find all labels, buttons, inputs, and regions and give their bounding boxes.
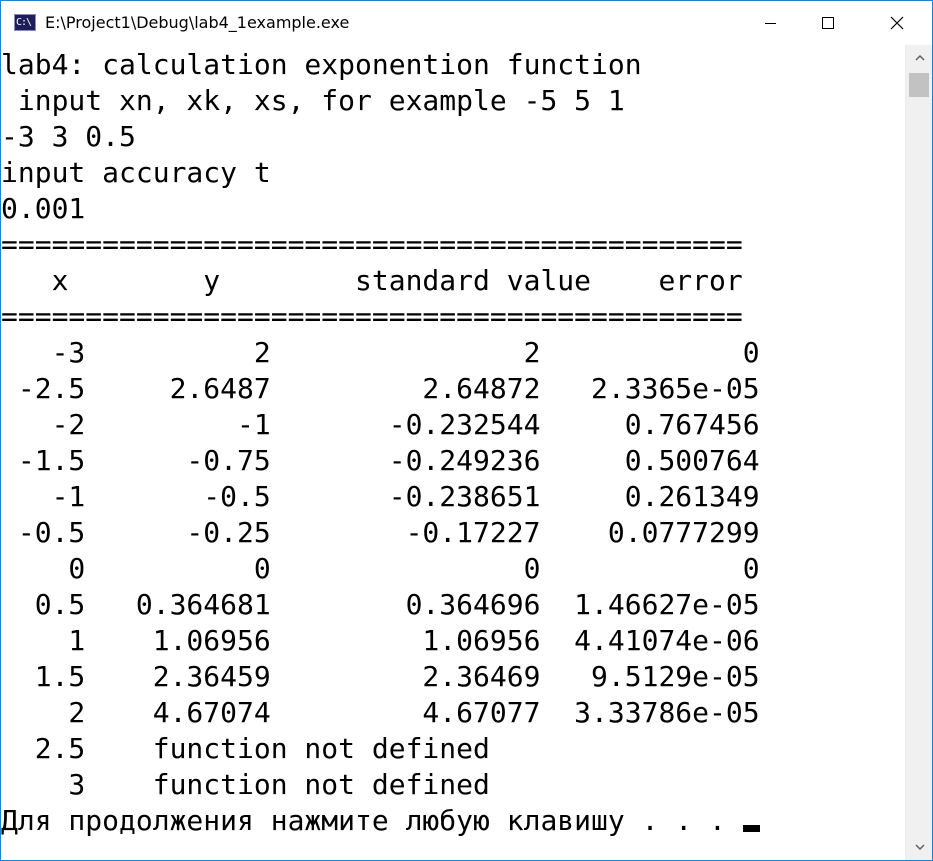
scroll-down-button[interactable] xyxy=(906,834,932,860)
maximize-icon xyxy=(822,17,834,29)
table-row: -2 -1 -0.232544 0.767456 xyxy=(1,408,760,441)
minimize-icon xyxy=(765,23,776,24)
table-row: -0.5 -0.25 -0.17227 0.0777299 xyxy=(1,516,760,549)
scroll-up-button[interactable] xyxy=(906,45,932,71)
table-row: -3 2 2 0 xyxy=(1,336,760,369)
vertical-scrollbar[interactable] xyxy=(905,45,932,860)
scroll-down-arrow-icon xyxy=(914,844,925,850)
table-header: x y standard value error xyxy=(1,264,743,297)
table-row: 1 1.06956 1.06956 4.41074e-06 xyxy=(1,624,760,657)
console-window: C:\ E:\Project1\Debug\lab4_1example.exe … xyxy=(0,0,933,861)
table-row: 1.5 2.36459 2.36469 9.5129e-05 xyxy=(1,660,760,693)
prompt-text: Для продолжения нажмите любую клавишу . … xyxy=(1,804,743,837)
table-row: 0 0 0 0 xyxy=(1,552,760,585)
app-icon-text: C:\ xyxy=(16,17,32,28)
console-line: input xn, xk, xs, for example -5 5 1 xyxy=(1,84,625,117)
scroll-thumb[interactable] xyxy=(909,73,929,97)
prompt-line: Для продолжения нажмите любую клавишу . … xyxy=(1,803,760,839)
maximize-button[interactable] xyxy=(798,1,858,45)
separator-line: ========================================… xyxy=(1,300,743,333)
console-line: 0.001 xyxy=(1,192,86,225)
separator-line: ========================================… xyxy=(1,228,743,261)
title-bar[interactable]: C:\ E:\Project1\Debug\lab4_1example.exe xyxy=(1,1,932,45)
console-output[interactable]: lab4: calculation exponention function i… xyxy=(1,45,905,860)
table-row: -1.5 -0.75 -0.249236 0.500764 xyxy=(1,444,760,477)
minimize-button[interactable] xyxy=(741,1,801,45)
close-icon xyxy=(890,16,904,30)
table-row: 0.5 0.364681 0.364696 1.46627e-05 xyxy=(1,588,760,621)
table-row: 2.5 function not defined xyxy=(1,732,490,765)
console-line: input accuracy t xyxy=(1,156,271,189)
window-title: E:\Project1\Debug\lab4_1example.exe xyxy=(45,13,350,32)
table-row: 3 function not defined xyxy=(1,768,490,801)
console-line: lab4: calculation exponention function xyxy=(1,48,642,81)
text-cursor xyxy=(742,825,760,832)
table-row: 2 4.67074 4.67077 3.33786e-05 xyxy=(1,696,760,729)
scroll-up-arrow-icon xyxy=(914,55,925,61)
table-row: -2.5 2.6487 2.64872 2.3365e-05 xyxy=(1,372,760,405)
table-row: -1 -0.5 -0.238651 0.261349 xyxy=(1,480,760,513)
console-app-icon[interactable]: C:\ xyxy=(14,14,36,31)
close-button[interactable] xyxy=(862,1,932,45)
console-line: -3 3 0.5 xyxy=(1,120,136,153)
